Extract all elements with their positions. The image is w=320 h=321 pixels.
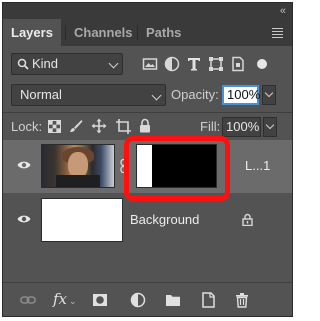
filter-kind-select[interactable]: Kind [11,53,123,75]
tab-layers[interactable]: Layers [3,19,61,46]
tab-channels[interactable]: Channels [66,19,141,46]
shape-filter-icon[interactable] [208,56,224,72]
type-filter-icon[interactable] [186,56,202,72]
layer-style-icon[interactable]: fx ⌄ [53,290,77,308]
filter-toggle-icon[interactable] [256,55,268,73]
lock-all-icon[interactable] [139,118,151,133]
chevron-down-icon [265,120,275,130]
filter-row: Kind [3,53,292,75]
panel-top-bar: « [3,3,292,19]
collapse-panel-icon[interactable]: « [280,4,286,18]
chevron-down-icon [264,88,274,98]
new-group-icon[interactable] [165,292,181,308]
lock-position-icon[interactable] [91,118,107,134]
fill-dropdown-button[interactable] [263,117,277,137]
fill-label: Fill: [200,119,221,134]
layer-thumbnail[interactable] [41,144,115,188]
divider [3,112,292,113]
lock-row: Lock: Fill: 100% [3,116,292,138]
add-mask-icon[interactable] [92,292,108,308]
panel-tab-bar: Layers Channels Paths [3,19,292,46]
fill-input[interactable]: 100% [222,117,261,137]
lock-transparent-pixels-icon[interactable] [48,120,61,133]
visibility-eye-icon[interactable] [17,160,31,170]
opacity-label: Opacity: [171,87,219,102]
blend-row: Normal Opacity: 100% [3,84,292,106]
smart-object-filter-icon[interactable] [230,56,246,72]
search-icon [17,58,29,70]
adjustment-layer-icon[interactable] [130,292,146,308]
blend-mode-value: Normal [20,87,62,102]
opacity-dropdown-button[interactable] [262,85,276,105]
chevron-down-icon [151,90,162,101]
lock-artboard-icon[interactable] [115,118,132,135]
mask-highlight-annotation [124,136,230,201]
layers-panel: « Layers Channels Paths Kind Normal Opac… [2,2,293,317]
link-layers-icon[interactable] [20,292,36,308]
panel-menu-icon[interactable] [272,28,283,40]
filter-kind-label: Kind [32,56,59,71]
background-thumbnail[interactable] [41,198,123,242]
opacity-input[interactable]: 100% [222,85,260,105]
adjustment-filter-icon[interactable] [164,56,180,72]
lock-label: Lock: [11,119,43,134]
new-layer-icon[interactable] [200,292,216,308]
layer-name[interactable]: L...1 [245,157,270,175]
visibility-eye-icon[interactable] [17,214,31,224]
layer-row-background[interactable]: Background [3,194,292,247]
blend-mode-select[interactable]: Normal [11,84,166,106]
lock-image-pixels-icon[interactable] [69,119,83,133]
bottom-toolbar: fx ⌄ [3,282,292,316]
layer-name[interactable]: Background [130,211,199,229]
image-filter-icon[interactable] [142,56,158,72]
tab-paths[interactable]: Paths [138,19,189,46]
delete-layer-icon[interactable] [234,292,250,308]
layer-lock-icon[interactable] [242,213,253,226]
chevron-down-icon [108,58,119,69]
